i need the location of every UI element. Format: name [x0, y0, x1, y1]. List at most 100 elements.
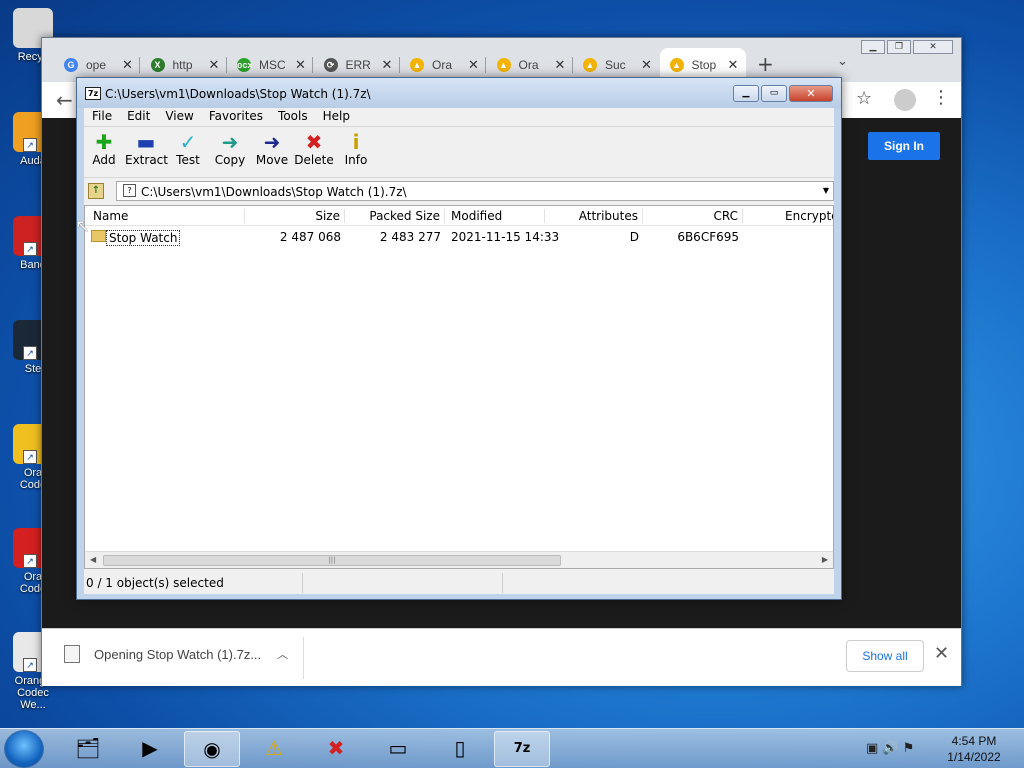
favicon-icon: X — [150, 58, 165, 72]
shortcut-arrow-icon: ↗ — [23, 554, 37, 568]
show-all-button[interactable]: Show all — [846, 640, 924, 672]
row-name: Stop Watch — [106, 230, 181, 246]
download-item[interactable]: Opening Stop Watch (1).7z... ︿ — [64, 645, 288, 663]
divider — [303, 637, 304, 679]
close-button[interactable]: ✕ — [913, 40, 953, 54]
account-avatar[interactable] — [894, 89, 916, 111]
tab-close-icon[interactable]: ✕ — [555, 57, 566, 73]
tab-close-icon[interactable]: ✕ — [295, 57, 306, 73]
chrome-taskbar-icon[interactable]: ◉ — [184, 731, 240, 767]
sign-in-button[interactable]: Sign In — [868, 132, 940, 160]
test-button[interactable]: ✓ Test — [167, 131, 209, 167]
file-list[interactable]: Name Size Packed Size Modified Attribute… — [84, 205, 834, 569]
maximize-button[interactable]: ❐ — [887, 40, 911, 54]
column-header-packed-size[interactable]: Packed Size — [345, 209, 445, 223]
column-header-attributes[interactable]: Attributes — [545, 209, 643, 223]
tab-title: ope — [86, 58, 107, 72]
info-icon: i — [352, 130, 360, 154]
start-button[interactable] — [4, 730, 44, 768]
delete-button[interactable]: ✖ Delete — [293, 131, 335, 167]
status-bar: 0 / 1 object(s) selected — [84, 573, 834, 593]
clock[interactable]: 4:54 PM 1/14/2022 — [934, 733, 1014, 765]
column-header-row: Name Size Packed Size Modified Attribute… — [85, 206, 833, 226]
new-tab-button[interactable]: + — [757, 52, 774, 76]
system-tray-icons[interactable]: ▣ 🔊 ⚑ — [866, 741, 914, 756]
column-header-name[interactable]: Name — [93, 209, 245, 223]
tab-title: http — [172, 58, 193, 72]
tab-close-icon[interactable]: ✕ — [209, 57, 220, 73]
error-taskbar-icon[interactable]: ✖ — [308, 731, 364, 767]
tab-title: MSC — [259, 58, 285, 72]
maximize-button[interactable]: ▭ — [761, 85, 787, 102]
menu-item-file[interactable]: File — [84, 108, 119, 125]
column-header-encrypted[interactable]: Encrypte — [785, 209, 833, 223]
minimize-button[interactable]: ▁ — [733, 85, 759, 102]
explorer-taskbar-icon[interactable]: 🗂 — [60, 731, 116, 767]
toolbar-label: Delete — [294, 153, 334, 167]
tab-close-icon[interactable]: ✕ — [641, 57, 652, 73]
toolbar-label: Test — [176, 153, 200, 167]
info-button[interactable]: i Info — [335, 131, 377, 167]
warning-taskbar-icon[interactable]: ⚠ — [246, 731, 302, 767]
tab-close-icon[interactable]: ✕ — [468, 57, 479, 73]
scroll-right-icon[interactable]: ▶ — [822, 555, 828, 564]
copy-icon: ➜ — [221, 130, 239, 154]
test-icon: ✓ — [179, 130, 197, 154]
menu-bar: File Edit View Favorites Tools Help — [84, 108, 834, 125]
extract-button[interactable]: ▬ Extract — [125, 131, 168, 167]
back-arrow-icon[interactable]: ← — [56, 88, 73, 112]
window-taskbar-icon[interactable]: ▭ — [370, 731, 426, 767]
download-file-text: Opening Stop Watch (1).7z... — [94, 646, 262, 662]
column-header-modified[interactable]: Modified — [451, 209, 545, 223]
address-text: C:\Users\vm1\Downloads\Stop Watch (1).7z… — [141, 185, 407, 199]
add-button[interactable]: ✚ Add — [83, 131, 125, 167]
mouse-cursor-icon: ↖ — [75, 216, 91, 237]
clock-date: 1/14/2022 — [947, 750, 1001, 764]
tab-close-icon[interactable]: ✕ — [728, 57, 739, 73]
column-header-crc[interactable]: CRC — [643, 209, 743, 223]
close-icon[interactable]: ✕ — [934, 643, 949, 664]
toolbar-label: Copy — [214, 153, 246, 167]
document-taskbar-icon[interactable]: ▯ — [432, 731, 488, 767]
tab-close-icon[interactable]: ✕ — [382, 57, 393, 73]
close-button[interactable]: ✕ — [789, 85, 833, 102]
horizontal-scrollbar[interactable]: ◀ ||| ▶ — [85, 551, 833, 568]
column-header-size[interactable]: Size — [245, 209, 345, 223]
clock-time: 4:54 PM — [951, 734, 997, 748]
favicon-icon: G — [64, 58, 78, 72]
row-packed-size: 2 483 277 — [379, 230, 441, 244]
browser-menu-icon[interactable]: ⋮ — [932, 87, 950, 108]
toolbar-label: Add — [92, 153, 116, 167]
menu-item-favorites[interactable]: Favorites — [201, 108, 270, 125]
menu-item-tools[interactable]: Tools — [270, 108, 315, 125]
row-crc: 6B6CF695 — [677, 230, 739, 244]
shortcut-arrow-icon: ↗ — [23, 658, 37, 672]
row-size: 2 487 068 — [279, 230, 341, 244]
up-folder-icon[interactable]: ↑ — [88, 183, 104, 199]
tab-search-chevron-icon[interactable]: ⌄ — [837, 54, 848, 69]
scroll-thumb[interactable]: ||| — [103, 555, 561, 566]
table-row[interactable]: Stop Watch 2 487 068 2 483 277 2021-11-1… — [85, 227, 833, 247]
menu-item-help[interactable]: Help — [315, 108, 357, 125]
row-attributes: D — [629, 230, 639, 244]
minimize-button[interactable]: ▁ — [861, 40, 885, 54]
tab-close-icon[interactable]: ✕ — [122, 57, 133, 73]
shortcut-arrow-icon: ↗ — [23, 242, 37, 256]
media-player-taskbar-icon[interactable]: ▶ — [122, 731, 178, 767]
title-bar[interactable]: 7z C:\Users\vm1\Downloads\Stop Watch (1)… — [77, 78, 841, 108]
move-button[interactable]: ➜ Move — [251, 131, 293, 167]
favicon-icon: ▲ — [410, 58, 424, 72]
archive-icon: ? — [123, 184, 136, 197]
menu-item-edit[interactable]: Edit — [119, 108, 157, 125]
copy-button[interactable]: ➜ Copy — [209, 131, 251, 167]
sevenzip-taskbar-icon[interactable]: 7z — [494, 731, 550, 767]
menu-item-view[interactable]: View — [157, 108, 200, 125]
dropdown-arrow-icon[interactable]: ▼ — [823, 186, 829, 195]
tab-title: Ora — [432, 58, 453, 72]
chevron-up-icon[interactable]: ︿ — [277, 646, 288, 662]
scroll-left-icon[interactable]: ◀ — [90, 555, 96, 564]
sevenzip-window: 7z C:\Users\vm1\Downloads\Stop Watch (1)… — [76, 77, 842, 600]
address-combobox[interactable]: ? C:\Users\vm1\Downloads\Stop Watch (1).… — [116, 181, 834, 201]
bookmark-star-icon[interactable]: ☆ — [856, 88, 872, 109]
delete-icon: ✖ — [305, 130, 323, 154]
